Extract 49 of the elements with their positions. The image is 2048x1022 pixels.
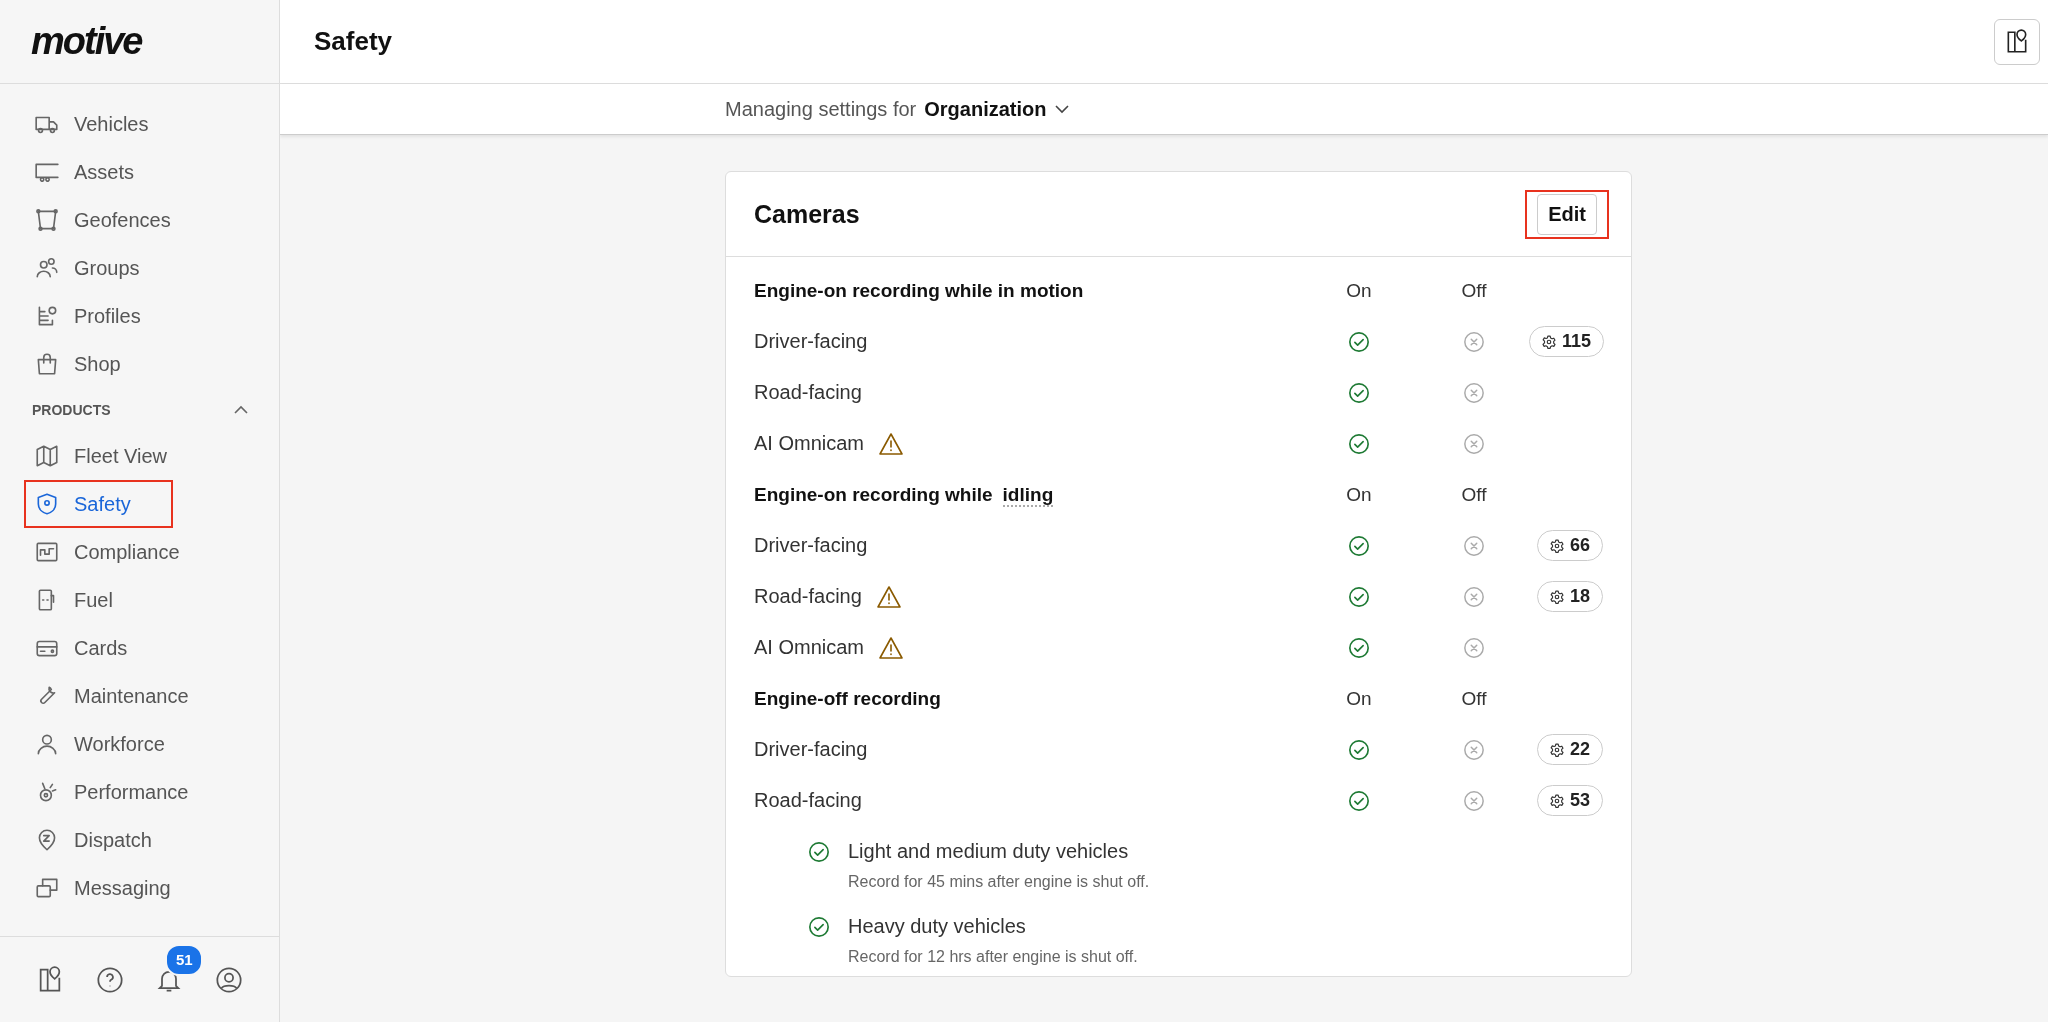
vehicle-count-button[interactable]: 53 [1536,785,1603,816]
edit-button[interactable]: Edit [1537,193,1597,235]
option-label: Light and medium duty vehicles [848,840,1130,863]
column-header: On [1346,279,1372,302]
section-heading: Engine-on recording while in motion [754,279,1085,302]
nav-item[interactable]: Messaging [24,864,181,912]
nav-item[interactable]: Fuel [24,576,123,624]
nav-item[interactable]: Compliance [24,528,190,576]
section-heading: Engine-on recording while idling [754,483,1055,506]
nav-item[interactable]: Workforce [24,720,175,768]
nav-item[interactable]: Groups [24,244,150,292]
nav-item[interactable]: Profiles [24,292,151,340]
nav-item[interactable]: Maintenance [24,672,199,720]
page-title: Safety [314,26,393,57]
column-header: On [1346,687,1372,710]
nav-item[interactable]: Dispatch [24,816,162,864]
nav-item[interactable]: Safety [24,480,173,528]
camera-label: Road-facing [754,789,862,812]
camera-label: Driver-facing [754,330,868,353]
camera-label: AI Omnicam [754,432,865,455]
column-header: Off [1461,279,1487,302]
option-description: Record for 12 hrs after engine is shut off. [848,948,1139,966]
logo[interactable]: motive [0,0,279,84]
column-header: On [1346,483,1372,506]
camera-label: Driver-facing [754,534,868,557]
card-title: Cameras [754,199,860,229]
camera-label: Driver-facing [754,738,868,761]
notification-badge: 51 [165,943,204,976]
nav-item[interactable]: Geofences [24,196,181,244]
nav-item[interactable]: Cards [24,624,138,672]
option-description: Record for 45 mins after engine is shut off. [848,873,1151,891]
section-heading: PRODUCTS [32,402,111,418]
camera-label: Road-facing [754,381,862,404]
vehicle-count-button[interactable]: 18 [1536,581,1603,612]
option-label: Heavy duty vehicles [848,915,1027,938]
camera-label: AI Omnicam [754,636,865,659]
section-heading: Engine-off recording [754,687,942,710]
nav-item[interactable]: Fleet View [24,432,177,480]
column-header: Off [1461,483,1487,506]
nav-item[interactable]: Shop [24,340,131,388]
nav-item[interactable]: Assets [24,148,145,196]
column-header: Off [1461,687,1487,710]
camera-label: Road-facing [754,585,862,608]
vehicle-count-button[interactable]: 22 [1536,734,1603,765]
nav-item[interactable]: Vehicles [24,100,159,148]
vehicle-count-button[interactable]: 66 [1536,530,1603,561]
scope-dropdown[interactable]: Managing settings for Organization [725,97,1071,121]
vehicle-count-button[interactable]: 115 [1529,326,1605,357]
nav-item[interactable]: Performance [24,768,199,816]
